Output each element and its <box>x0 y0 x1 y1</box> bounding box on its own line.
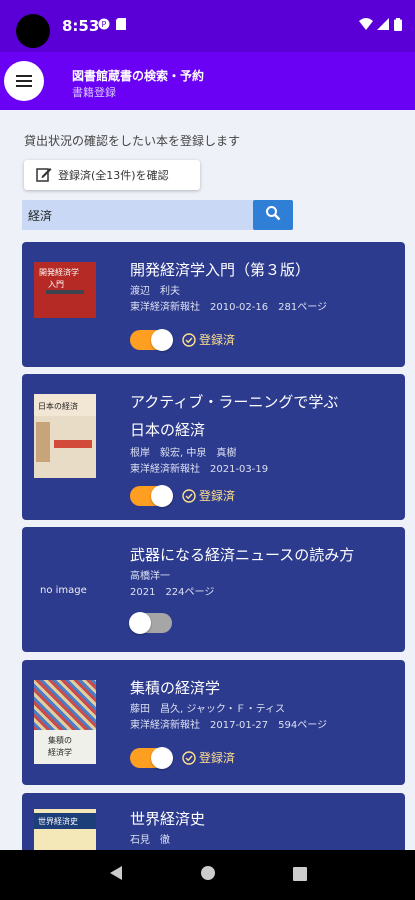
book-title: 集積の経済学 <box>130 679 221 697</box>
view-registered-label: 登録済(全13件)を確認 <box>58 169 169 182</box>
registered-label: 登録済 <box>199 751 236 765</box>
cover-text: 経済学 <box>48 748 72 757</box>
book-cover: 世界経済史 <box>34 809 96 850</box>
no-image-placeholder: no image <box>40 585 87 596</box>
book-details: 東洋経済新報社 2021-03-19 <box>130 464 269 475</box>
battery-icon <box>394 18 402 34</box>
book-title: 武器になる経済ニュースの読み方 <box>130 546 355 564</box>
status-time: 8:53 <box>62 17 100 35</box>
svg-text:P: P <box>102 20 107 29</box>
book-title: 開発経済学入門（第３版） <box>130 261 311 279</box>
sd-card-icon <box>116 18 126 33</box>
check-circle-icon <box>182 750 196 765</box>
system-navigation-bar <box>0 850 415 900</box>
app-bar: 図書館蔵書の検索・予約 書籍登録 <box>0 52 415 110</box>
book-cover: 日本の経済 <box>34 394 96 478</box>
cover-text: 日本の経済 <box>38 402 78 411</box>
registered-badge: 登録済 <box>182 749 235 766</box>
view-registered-button[interactable]: 登録済(全13件)を確認 <box>24 160 200 190</box>
book-title-line-2: 日本の経済 <box>130 421 206 439</box>
cover-text: 世界経済史 <box>38 817 78 826</box>
check-circle-icon <box>182 488 196 503</box>
signal-icon <box>377 18 389 33</box>
home-icon[interactable] <box>200 865 216 885</box>
search-icon <box>265 205 281 225</box>
cover-text: 集積の <box>48 736 72 745</box>
registered-badge: 登録済 <box>182 331 235 348</box>
cover-text: 開発経済学 <box>39 268 79 277</box>
book-author: 高橋洋一 <box>130 571 170 582</box>
book-card[interactable]: 集積の 経済学 集積の経済学 藤田 昌久, ジャック・Ｆ・ティス 東洋経済新報社… <box>22 660 405 785</box>
book-title: 世界経済史 <box>130 810 206 828</box>
book-details: 2021 224ページ <box>130 587 215 598</box>
book-cover: 開発経済学 入門 <box>34 262 96 318</box>
book-details: 東洋経済新報社 2017-01-27 594ページ <box>130 720 328 731</box>
back-icon[interactable] <box>109 865 123 885</box>
register-toggle[interactable] <box>129 612 172 634</box>
menu-button[interactable] <box>4 61 44 101</box>
book-details: 東洋経済新報社 2010-02-16 281ページ <box>130 302 328 313</box>
wifi-icon <box>359 18 373 33</box>
cover-text: 入門 <box>48 280 64 289</box>
check-circle-icon <box>182 332 196 347</box>
register-toggle[interactable] <box>130 329 173 351</box>
search-input[interactable] <box>22 200 254 230</box>
book-card[interactable]: no image 武器になる経済ニュースの読み方 高橋洋一 2021 224ペー… <box>22 527 405 652</box>
registered-label: 登録済 <box>199 333 236 347</box>
recents-icon[interactable] <box>292 866 307 885</box>
book-author: 石見 徹 <box>130 835 170 846</box>
instruction-text: 貸出状況の確認をしたい本を登録します <box>24 134 241 148</box>
edit-icon <box>36 166 54 185</box>
main-content: 貸出状況の確認をしたい本を登録します 登録済(全13件)を確認 開発経済学 入門… <box>0 110 415 850</box>
status-bar: 8:53 P <box>0 0 415 52</box>
book-title: アクティブ・ラーニングで学ぶ <box>130 393 339 411</box>
registered-label: 登録済 <box>199 489 236 503</box>
book-cover: 集積の 経済学 <box>34 680 96 764</box>
hamburger-menu-icon <box>16 72 32 91</box>
book-author: 渡辺 利夫 <box>130 286 180 297</box>
book-card[interactable]: 開発経済学 入門 開発経済学入門（第３版） 渡辺 利夫 東洋経済新報社 2010… <box>22 242 405 367</box>
book-author: 藤田 昌久, ジャック・Ｆ・ティス <box>130 704 286 715</box>
book-card[interactable]: 世界経済史 世界経済史 石見 徹 <box>22 793 405 850</box>
search-button[interactable] <box>253 200 293 230</box>
app-title: 図書館蔵書の検索・予約 <box>72 69 205 83</box>
book-author: 根岸 毅宏, 中泉 真樹 <box>130 448 237 459</box>
notification-icon: P <box>98 18 110 33</box>
camera-cutout <box>16 14 50 48</box>
registered-badge: 登録済 <box>182 487 235 504</box>
book-card[interactable]: 日本の経済 アクティブ・ラーニングで学ぶ 日本の経済 根岸 毅宏, 中泉 真樹 … <box>22 374 405 520</box>
register-toggle[interactable] <box>130 747 173 769</box>
page-subtitle: 書籍登録 <box>72 86 116 99</box>
register-toggle[interactable] <box>130 485 173 507</box>
